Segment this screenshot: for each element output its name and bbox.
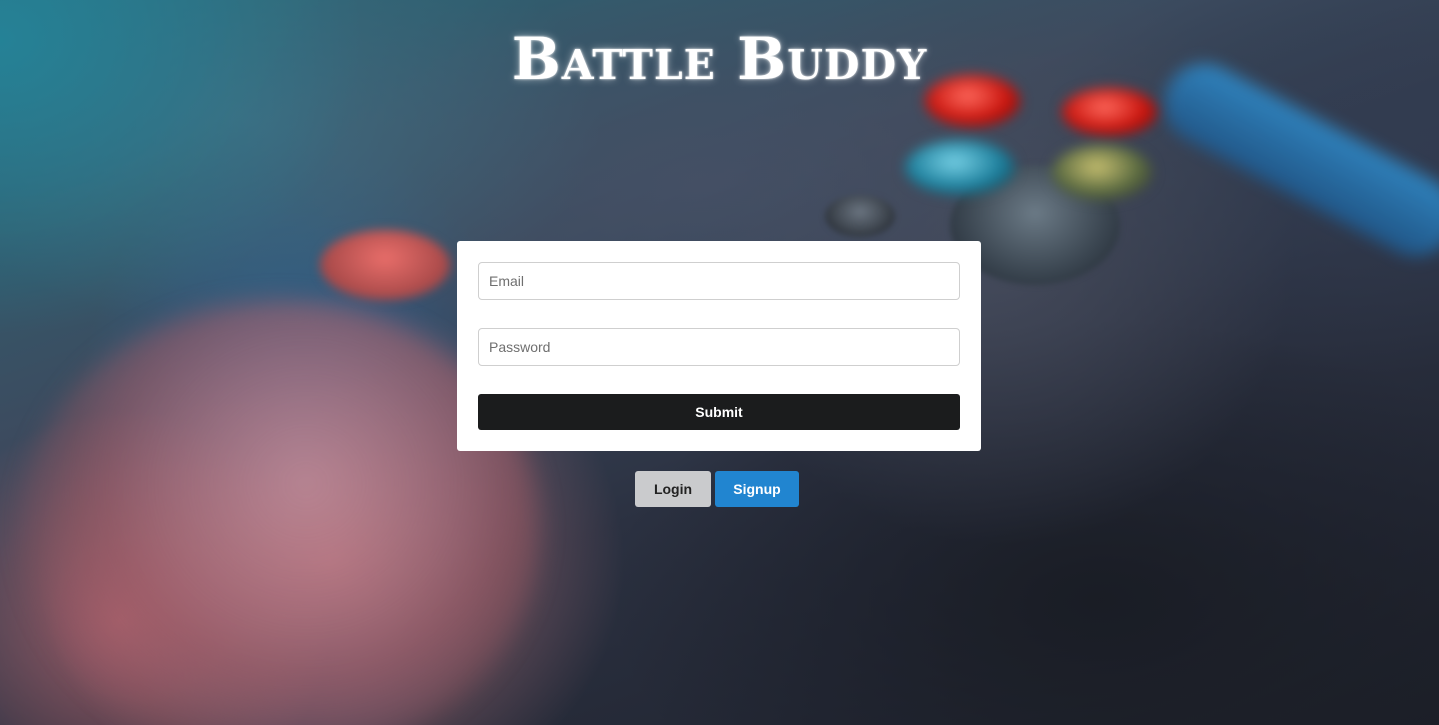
password-field[interactable]	[478, 328, 960, 366]
background-yellow-button	[1052, 145, 1152, 200]
login-button[interactable]: Login	[635, 471, 711, 507]
background-thumb	[320, 230, 450, 300]
login-page: Battle Buddy Submit Login Signup	[0, 0, 1439, 725]
submit-button[interactable]: Submit	[478, 394, 960, 430]
email-field[interactable]	[478, 262, 960, 300]
login-form: Submit	[457, 241, 981, 451]
signup-button[interactable]: Signup	[715, 471, 799, 507]
app-logo: Battle Buddy	[511, 25, 928, 93]
background-start-button	[825, 195, 895, 237]
auth-mode-toggle: Login Signup	[635, 471, 799, 507]
background-blue-button	[905, 140, 1015, 195]
